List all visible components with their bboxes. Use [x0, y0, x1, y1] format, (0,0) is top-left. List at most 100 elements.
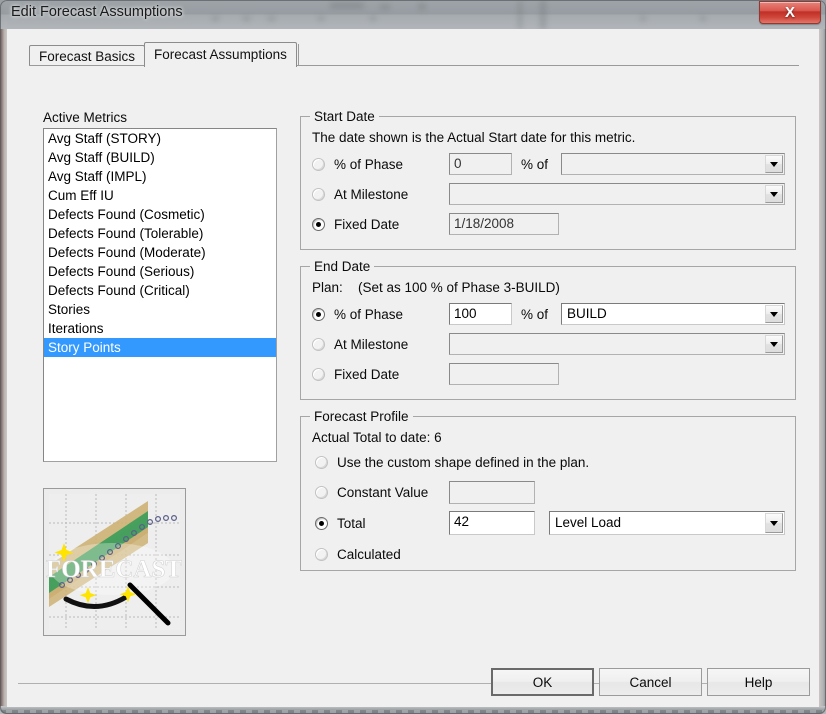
- custom-shape-radio[interactable]: Use the custom shape defined in the plan…: [315, 455, 589, 470]
- forecast-illustration: FORECAST: [43, 488, 186, 636]
- radio-icon: [315, 456, 328, 469]
- total-radio[interactable]: Total: [315, 516, 366, 531]
- end-date-group: End Date Plan: (Set as 100 % of Phase 3-…: [300, 259, 796, 400]
- list-item[interactable]: Defects Found (Critical): [44, 281, 276, 300]
- chevron-down-icon[interactable]: [765, 335, 783, 353]
- list-item-label: Defects Found (Serious): [48, 264, 195, 279]
- end-date-pct-of-phase-radio[interactable]: % of Phase: [312, 307, 403, 322]
- total-input[interactable]: 42: [449, 511, 535, 535]
- chevron-down-icon[interactable]: [765, 513, 783, 533]
- end-date-phase-combo[interactable]: BUILD: [561, 303, 785, 325]
- list-item-label: Defects Found (Moderate): [48, 245, 206, 260]
- start-date-pct-of-phase-radio[interactable]: % of Phase: [312, 157, 403, 172]
- window-title: Edit Forecast Assumptions: [11, 4, 183, 20]
- shape-combo-value: Level Load: [555, 515, 622, 530]
- list-item-label: Stories: [48, 302, 91, 317]
- radio-icon: [312, 308, 325, 321]
- end-date-plan-label: Plan:: [312, 280, 343, 295]
- end-date-pct-of-label: % of: [521, 307, 549, 322]
- list-item-label: Avg Staff (BUILD): [48, 150, 155, 165]
- active-metrics-list[interactable]: Avg Staff (STORY) Avg Staff (BUILD) Avg St…: [43, 128, 277, 462]
- list-item-label: Defects Found (Cosmetic): [48, 207, 205, 222]
- start-date-pct-of-label: % of: [521, 157, 549, 172]
- constant-value-input[interactable]: [449, 481, 535, 504]
- start-date-at-milestone-label: At Milestone: [334, 187, 409, 202]
- calculated-label: Calculated: [337, 547, 401, 562]
- radio-icon: [312, 158, 325, 171]
- start-date-description: The date shown is the Actual Start date …: [312, 130, 636, 145]
- list-item[interactable]: Defects Found (Cosmetic): [44, 205, 276, 224]
- assumptions-panel: Active Metrics Avg Staff (STORY) Avg Staf…: [7, 66, 819, 670]
- tab-forecast-assumptions-label: Forecast Assumptions: [154, 47, 287, 62]
- end-date-at-milestone-radio[interactable]: At Milestone: [312, 337, 408, 352]
- window-left-border: [0, 0, 7, 714]
- help-button[interactable]: Help: [707, 668, 810, 696]
- start-date-pct-of-phase-label: % of Phase: [334, 157, 404, 172]
- ok-button-label: OK: [532, 674, 553, 690]
- list-item[interactable]: Defects Found (Serious): [44, 262, 276, 281]
- list-item[interactable]: Cum Eff IU: [44, 186, 276, 205]
- list-item[interactable]: Iterations: [44, 319, 276, 338]
- list-item[interactable]: Defects Found (Moderate): [44, 243, 276, 262]
- list-item-label: Avg Staff (STORY): [48, 131, 162, 146]
- list-item-label: Defects Found (Critical): [48, 283, 190, 298]
- list-item[interactable]: Avg Staff (IMPL): [44, 167, 276, 186]
- ok-button[interactable]: OK: [491, 668, 594, 696]
- radio-icon: [312, 218, 325, 231]
- start-date-fixed-date-radio[interactable]: Fixed Date: [312, 217, 399, 232]
- custom-shape-label: Use the custom shape defined in the plan…: [337, 455, 590, 470]
- start-date-phase-combo[interactable]: [561, 153, 785, 175]
- calculated-radio[interactable]: Calculated: [315, 547, 401, 562]
- list-item-label: Defects Found (Tolerable): [48, 226, 204, 241]
- list-item-label: Cum Eff IU: [48, 188, 114, 203]
- radio-icon: [315, 517, 328, 530]
- radio-icon: [312, 188, 325, 201]
- help-button-label: Help: [744, 674, 773, 690]
- list-item-label: Avg Staff (IMPL): [48, 169, 147, 184]
- tab-bar: Forecast Basics Forecast Assumptions: [29, 42, 799, 67]
- dialog-client-area: Forecast Basics Forecast Assumptions Act…: [7, 29, 819, 707]
- radio-icon: [312, 338, 325, 351]
- total-label: Total: [337, 516, 366, 531]
- tab-forecast-assumptions[interactable]: Forecast Assumptions: [144, 42, 297, 67]
- close-button[interactable]: X: [759, 1, 821, 24]
- list-item[interactable]: Defects Found (Tolerable): [44, 224, 276, 243]
- chevron-down-icon[interactable]: [765, 155, 783, 173]
- end-date-phase-combo-value: BUILD: [567, 306, 607, 321]
- cancel-button-label: Cancel: [629, 674, 672, 690]
- cancel-button[interactable]: Cancel: [599, 668, 702, 696]
- active-metrics-label: Active Metrics: [43, 110, 128, 125]
- list-item-label: Story Points: [48, 340, 121, 355]
- list-item[interactable]: Avg Staff (STORY): [44, 129, 276, 148]
- radio-icon: [315, 486, 328, 499]
- chevron-down-icon[interactable]: [765, 185, 783, 203]
- start-date-pct-of-phase-input[interactable]: 0: [449, 153, 512, 175]
- dialog-window: Edit Forecast Assumptions X Forecast Bas…: [0, 0, 826, 714]
- end-date-pct-of-phase-label: % of Phase: [334, 307, 404, 322]
- start-date-at-milestone-radio[interactable]: At Milestone: [312, 187, 408, 202]
- title-bar[interactable]: Edit Forecast Assumptions X: [0, 0, 826, 29]
- end-date-at-milestone-label: At Milestone: [334, 337, 409, 352]
- list-item[interactable]: Avg Staff (BUILD): [44, 148, 276, 167]
- end-date-fixed-date-input[interactable]: [449, 363, 559, 385]
- constant-value-radio[interactable]: Constant Value: [315, 485, 428, 500]
- list-item[interactable]: Story Points: [44, 338, 276, 357]
- list-item-label: Iterations: [48, 321, 104, 336]
- start-date-fixed-date-input[interactable]: 1/18/2008: [449, 213, 559, 235]
- list-item[interactable]: Stories: [44, 300, 276, 319]
- end-date-milestone-combo[interactable]: [449, 333, 785, 355]
- end-date-pct-of-phase-input[interactable]: 100: [449, 303, 512, 325]
- shape-combo[interactable]: Level Load: [549, 511, 785, 535]
- radio-icon: [312, 368, 325, 381]
- end-date-plan-detail: (Set as 100 % of Phase 3-BUILD): [358, 280, 560, 295]
- end-date-fixed-date-radio[interactable]: Fixed Date: [312, 367, 399, 382]
- window-right-border: [819, 0, 826, 714]
- close-icon: X: [784, 4, 795, 21]
- tab-forecast-basics[interactable]: Forecast Basics: [29, 45, 146, 66]
- window-bottom-border: [0, 706, 826, 714]
- chevron-down-icon[interactable]: [765, 305, 783, 323]
- start-date-milestone-combo[interactable]: [449, 183, 785, 205]
- actual-total-label: Actual Total to date: 6: [312, 430, 442, 445]
- radio-icon: [315, 548, 328, 561]
- start-date-group: Start Date The date shown is the Actual …: [300, 109, 796, 250]
